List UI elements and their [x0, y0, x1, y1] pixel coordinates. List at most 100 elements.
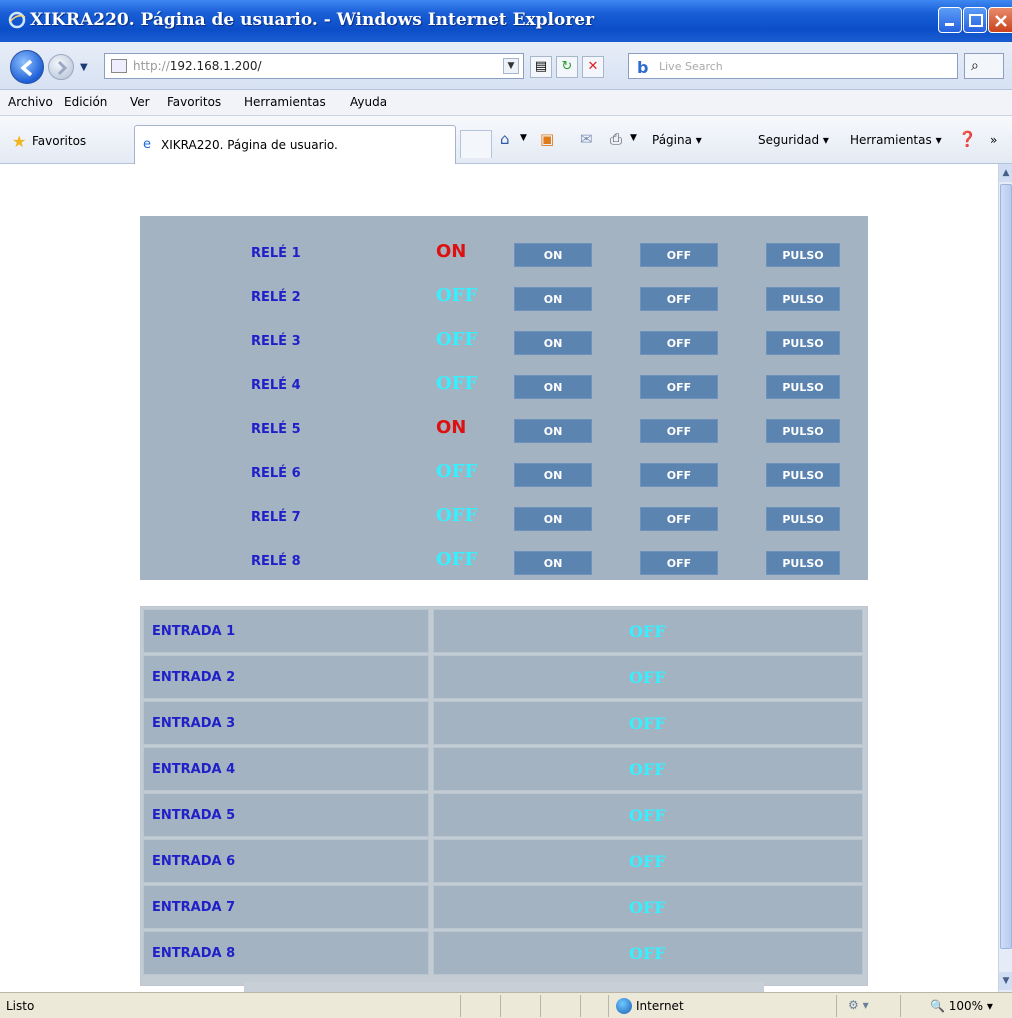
print-icon[interactable]: ⎙ — [610, 130, 622, 148]
relay-on-button[interactable]: ON — [514, 463, 592, 487]
relay-off-button[interactable]: OFF — [640, 463, 718, 487]
relay-state: OFF — [436, 329, 478, 350]
search-button[interactable]: ⌕ — [964, 53, 1004, 79]
input-state: OFF — [629, 852, 666, 871]
relay-pulse-button[interactable]: PULSO — [766, 419, 840, 443]
relay-row: RELÉ 5 ON ON OFF PULSO — [140, 408, 868, 452]
menu-favoritos[interactable]: Favoritos — [167, 95, 221, 109]
mail-icon[interactable]: ✉ — [580, 130, 593, 148]
input-row: ENTRADA 4 OFF — [143, 747, 867, 791]
relay-off-button[interactable]: OFF — [640, 287, 718, 311]
address-field[interactable]: http://192.168.1.200/ ▼ — [104, 53, 524, 79]
relay-off-button[interactable]: OFF — [640, 243, 718, 267]
relay-on-button[interactable]: ON — [514, 331, 592, 355]
title-bar: XIKRA220. Página de usuario. - Windows I… — [0, 0, 1012, 42]
search-field[interactable]: b Live Search — [628, 53, 958, 79]
tab-title: XIKRA220. Página de usuario. — [161, 138, 338, 152]
page-menu-button[interactable]: Página ▾ — [652, 133, 702, 147]
protected-mode-icon[interactable]: ⚙ ▾ — [848, 998, 869, 1012]
relay-on-button[interactable]: ON — [514, 287, 592, 311]
favorites-star-icon[interactable]: ★ — [12, 132, 26, 151]
input-state-cell: OFF — [433, 701, 863, 745]
home-dropdown-icon[interactable]: ▼ — [520, 133, 527, 143]
relay-label: RELÉ 8 — [251, 554, 301, 569]
relay-pulse-button[interactable]: PULSO — [766, 243, 840, 267]
new-tab-button[interactable] — [460, 130, 492, 158]
ie-logo-icon — [8, 11, 26, 29]
forward-button[interactable] — [48, 54, 74, 80]
back-button[interactable] — [10, 50, 44, 84]
stop-icon[interactable]: ✕ — [582, 56, 604, 78]
relay-row: RELÉ 6 OFF ON OFF PULSO — [140, 452, 868, 496]
input-state-cell: OFF — [433, 793, 863, 837]
favorites-button[interactable]: Favoritos — [32, 134, 86, 148]
relay-row: RELÉ 3 OFF ON OFF PULSO — [140, 320, 868, 364]
address-url: http://192.168.1.200/ — [133, 59, 262, 73]
relay-on-button[interactable]: ON — [514, 507, 592, 531]
relay-state: OFF — [436, 461, 478, 482]
status-bar: Listo Internet ⚙ ▾ 🔍 100% ▾ — [0, 992, 1012, 1018]
scroll-thumb[interactable] — [1000, 184, 1012, 949]
relay-pulse-button[interactable]: PULSO — [766, 331, 840, 355]
recent-pages-dropdown-icon[interactable]: ▼ — [80, 62, 88, 73]
relay-pulse-button[interactable]: PULSO — [766, 463, 840, 487]
relay-pulse-button[interactable]: PULSO — [766, 375, 840, 399]
tab-active[interactable]: e XIKRA220. Página de usuario. — [134, 125, 456, 164]
address-dropdown-icon[interactable]: ▼ — [503, 58, 519, 74]
address-toolbar: ▼ http://192.168.1.200/ ▼ ▤ ↻ ✕ b Live S… — [0, 42, 1012, 90]
zoom-level[interactable]: 🔍 100% ▾ — [930, 999, 993, 1013]
relay-row: RELÉ 8 OFF ON OFF PULSO — [140, 540, 868, 584]
security-menu-button[interactable]: Seguridad ▾ — [758, 133, 829, 147]
relay-on-button[interactable]: ON — [514, 419, 592, 443]
close-icon — [995, 15, 1007, 27]
menu-edicion[interactable]: Edición — [64, 95, 107, 109]
relay-row: RELÉ 7 OFF ON OFF PULSO — [140, 496, 868, 540]
relay-off-button[interactable]: OFF — [640, 375, 718, 399]
compatibility-icon[interactable]: ▤ — [530, 56, 552, 78]
minimize-button[interactable] — [938, 7, 962, 33]
more-commands-icon[interactable]: » — [990, 133, 997, 147]
status-divider — [540, 995, 541, 1017]
relay-off-button[interactable]: OFF — [640, 551, 718, 575]
relay-on-button[interactable]: ON — [514, 243, 592, 267]
input-state: OFF — [629, 714, 666, 733]
menu-ver[interactable]: Ver — [130, 95, 150, 109]
relay-pulse-button[interactable]: PULSO — [766, 507, 840, 531]
menu-herramientas[interactable]: Herramientas — [244, 95, 326, 109]
minimize-icon — [945, 23, 954, 26]
relay-on-button[interactable]: ON — [514, 551, 592, 575]
menu-ayuda[interactable]: Ayuda — [350, 95, 387, 109]
input-row: ENTRADA 3 OFF — [143, 701, 867, 745]
maximize-button[interactable] — [963, 7, 987, 33]
relay-off-button[interactable]: OFF — [640, 507, 718, 531]
scroll-down-icon[interactable]: ▼ — [999, 972, 1012, 990]
print-dropdown-icon[interactable]: ▼ — [630, 133, 637, 143]
input-label: ENTRADA 3 — [152, 716, 236, 731]
relay-row: RELÉ 1 ON ON OFF PULSO — [140, 232, 868, 276]
input-label-cell: ENTRADA 7 — [143, 885, 429, 929]
input-label: ENTRADA 1 — [152, 624, 236, 639]
relay-state: ON — [436, 241, 467, 262]
close-button[interactable] — [988, 7, 1012, 33]
horizontal-scrollbar[interactable] — [244, 982, 764, 992]
feeds-icon[interactable]: ▣ — [540, 130, 554, 148]
refresh-icon[interactable]: ↻ — [556, 56, 578, 78]
input-label: ENTRADA 8 — [152, 946, 236, 961]
input-row: ENTRADA 7 OFF — [143, 885, 867, 929]
relay-state: OFF — [436, 549, 478, 570]
home-icon[interactable]: ⌂ — [500, 130, 510, 148]
relay-on-button[interactable]: ON — [514, 375, 592, 399]
help-icon[interactable]: ❓ — [958, 130, 977, 148]
scroll-up-icon[interactable]: ▲ — [999, 164, 1012, 182]
relay-pulse-button[interactable]: PULSO — [766, 551, 840, 575]
relay-off-button[interactable]: OFF — [640, 331, 718, 355]
tools-menu-button[interactable]: Herramientas ▾ — [850, 133, 942, 147]
input-label-cell: ENTRADA 2 — [143, 655, 429, 699]
live-search-icon: b — [637, 58, 649, 77]
relay-panel: RELÉ 1 ON ON OFF PULSO RELÉ 2 OFF ON OFF… — [140, 216, 868, 580]
relay-pulse-button[interactable]: PULSO — [766, 287, 840, 311]
vertical-scrollbar[interactable]: ▲ ▼ — [998, 164, 1012, 992]
menu-archivo[interactable]: Archivo — [8, 95, 53, 109]
status-text: Listo — [6, 999, 35, 1013]
relay-off-button[interactable]: OFF — [640, 419, 718, 443]
